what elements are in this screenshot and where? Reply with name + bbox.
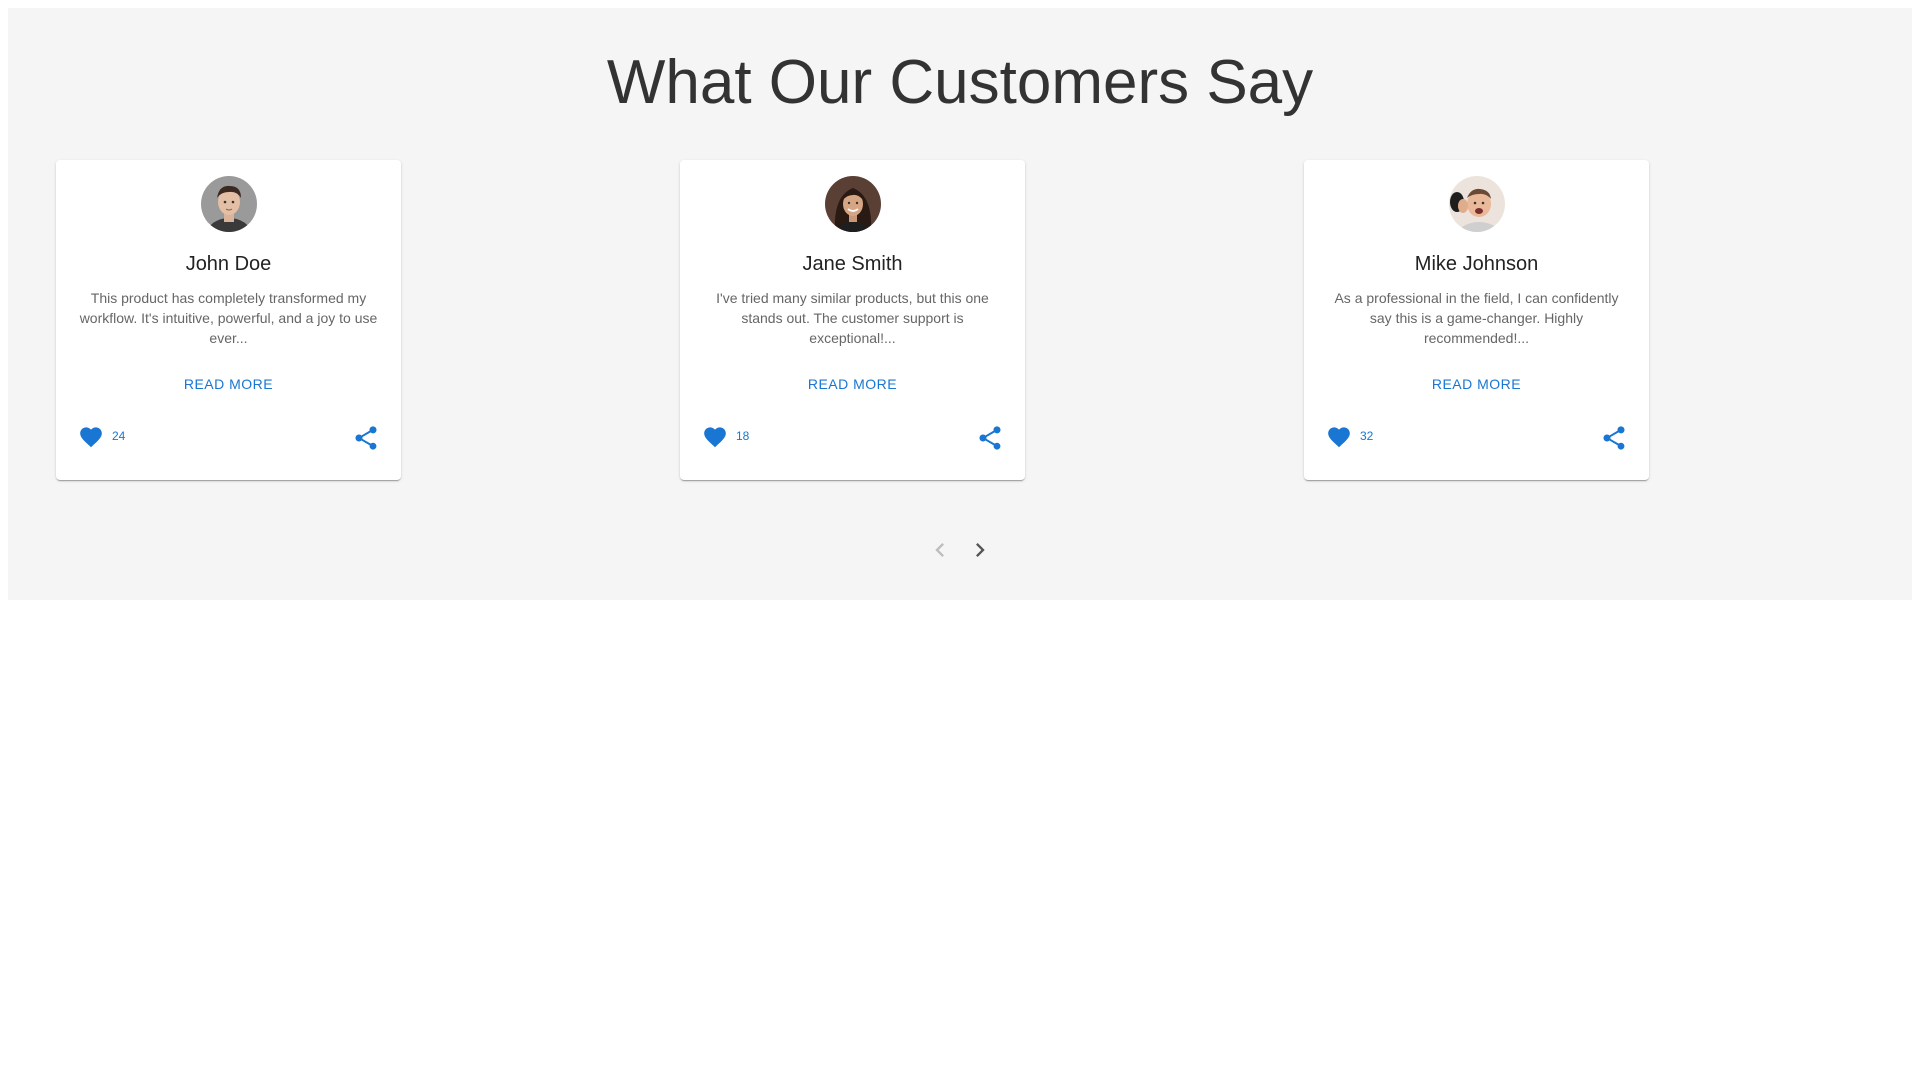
- testimonial-card: John Doe This product has completely tra…: [56, 160, 401, 480]
- reviewer-name: Jane Smith: [802, 253, 903, 275]
- share-button[interactable]: [976, 424, 1004, 452]
- like-button[interactable]: 18: [702, 424, 749, 448]
- like-button[interactable]: 24: [78, 424, 125, 448]
- like-count: 24: [112, 429, 126, 443]
- heart-icon: [704, 427, 726, 448]
- testimonials-section: What Our Customers Say John Doe This pro…: [8, 8, 1912, 600]
- share-button[interactable]: [1600, 424, 1628, 452]
- like-button[interactable]: 32: [1326, 424, 1373, 448]
- heart-icon: [80, 427, 102, 448]
- chevron-left-icon: [935, 543, 944, 557]
- carousel-prev-button[interactable]: [926, 536, 954, 564]
- review-text: I've tried many similar products, but th…: [716, 290, 989, 346]
- section-title: What Our Customers Say: [606, 48, 1314, 117]
- chevron-right-icon: [976, 543, 985, 557]
- reviewer-name: John Doe: [185, 253, 272, 275]
- share-icon: [979, 426, 1001, 450]
- read-more-button[interactable]: READ MORE: [56, 374, 401, 394]
- testimonial-card: Jane Smith I've tried many similar produ…: [680, 160, 1025, 480]
- review-text: This product has completely transformed …: [79, 290, 378, 346]
- read-more-button[interactable]: READ MORE: [680, 374, 1025, 394]
- share-button[interactable]: [352, 424, 380, 452]
- share-icon: [355, 426, 377, 450]
- reviewer-name: Mike Johnson: [1414, 253, 1539, 275]
- heart-icon: [1328, 427, 1350, 448]
- avatar: [201, 176, 257, 232]
- avatar: [1449, 176, 1505, 232]
- avatar: [825, 176, 881, 232]
- carousel-next-button[interactable]: [966, 536, 994, 564]
- share-icon: [1603, 426, 1625, 450]
- like-count: 32: [1360, 429, 1374, 443]
- read-more-button[interactable]: READ MORE: [1304, 374, 1649, 394]
- testimonial-card: Mike Johnson As a professional in the fi…: [1304, 160, 1649, 480]
- review-text: As a professional in the field, I can co…: [1334, 290, 1619, 346]
- like-count: 18: [736, 429, 750, 443]
